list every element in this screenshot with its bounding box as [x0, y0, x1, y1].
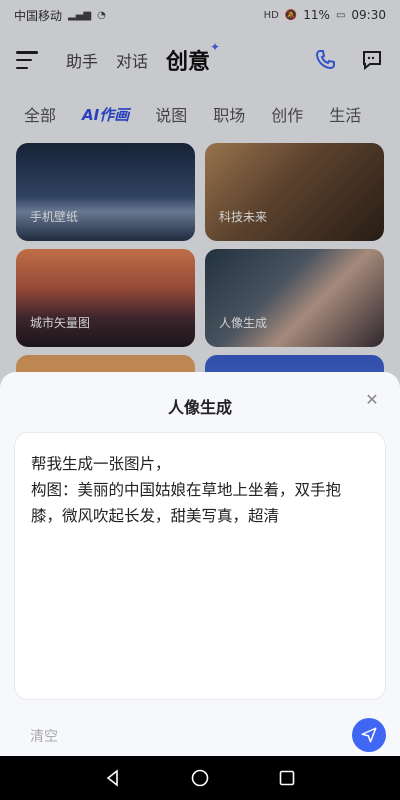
clear-button[interactable]: 清空: [30, 726, 58, 746]
system-nav-bar: [0, 756, 400, 800]
prompt-sheet: 人像生成 ✕ 帮我生成一张图片， 构图：美丽的中国姑娘在草地上坐着，双手抱膝，微…: [0, 372, 400, 756]
send-button[interactable]: [352, 718, 386, 752]
close-icon[interactable]: ✕: [362, 390, 382, 410]
back-icon[interactable]: [103, 768, 123, 788]
sheet-title: 人像生成: [167, 398, 232, 417]
prompt-text: 帮我生成一张图片， 构图：美丽的中国姑娘在草地上坐着，双手抱膝，微风吹起长发，甜…: [31, 455, 342, 525]
send-icon: [361, 727, 377, 743]
home-icon[interactable]: [190, 768, 210, 788]
recent-apps-icon[interactable]: [277, 768, 297, 788]
prompt-input[interactable]: 帮我生成一张图片， 构图：美丽的中国姑娘在草地上坐着，双手抱膝，微风吹起长发，甜…: [14, 432, 386, 700]
